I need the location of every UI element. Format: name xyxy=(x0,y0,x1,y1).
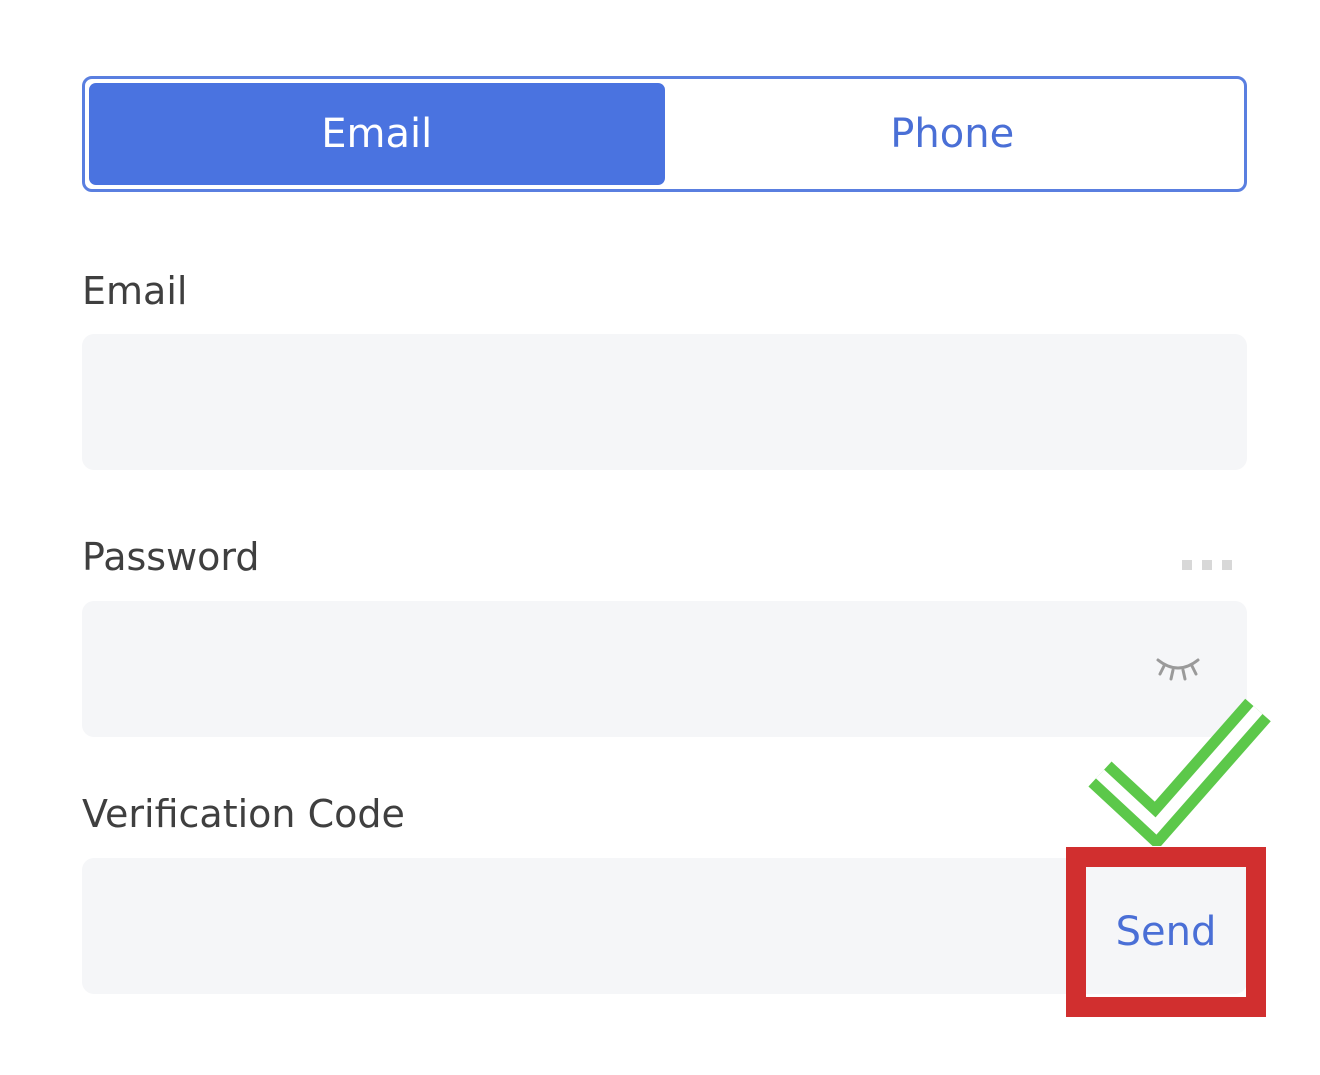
send-code-button[interactable]: Send xyxy=(1078,860,1254,1004)
tab-email[interactable]: Email xyxy=(89,83,665,185)
verification-code-field[interactable] xyxy=(82,858,1247,994)
password-label: Password xyxy=(82,535,260,579)
email-label: Email xyxy=(82,269,188,313)
tab-phone[interactable]: Phone xyxy=(664,83,1240,185)
email-field[interactable] xyxy=(82,334,1247,470)
verification-code-label: Verification Code xyxy=(82,792,405,836)
eye-closed-icon[interactable] xyxy=(1154,652,1202,682)
password-field-container xyxy=(82,601,1247,737)
login-method-tabs: Email Phone xyxy=(82,76,1247,192)
more-dots-icon xyxy=(1182,560,1232,570)
password-field[interactable] xyxy=(82,601,1247,737)
verification-code-field-container xyxy=(82,858,1247,994)
email-field-container xyxy=(82,334,1247,470)
